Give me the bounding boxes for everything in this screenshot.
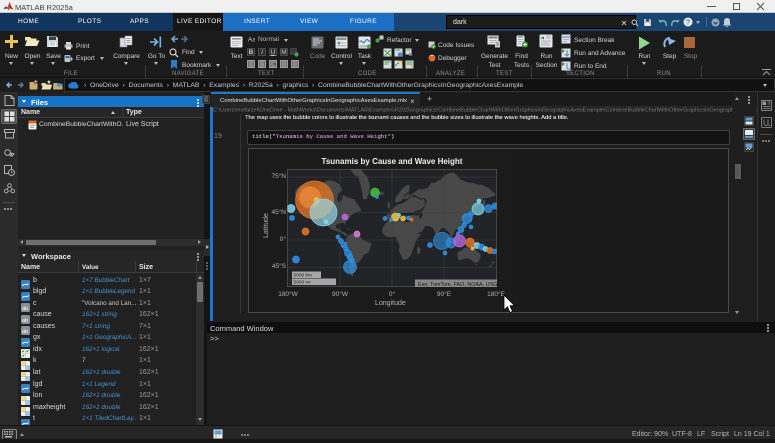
svg-text:?: ?	[686, 19, 690, 26]
svg-text:5000 km: 5000 km	[294, 273, 312, 279]
svg-text:5000 mi: 5000 mi	[294, 280, 311, 286]
svg-text:Aa: Aa	[248, 37, 255, 44]
svg-text:Esri, TomTom, FAO, NOAA, USGS: Esri, TomTom, FAO, NOAA, USGS	[418, 282, 497, 287]
